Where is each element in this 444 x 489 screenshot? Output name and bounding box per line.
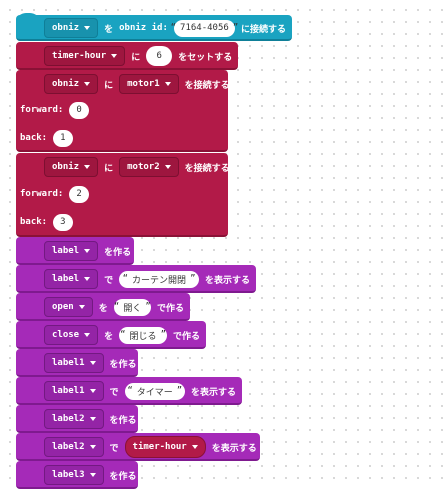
connect-text: を接続する (184, 80, 230, 91)
chevron-down-icon (164, 82, 171, 86)
chevron-down-icon (84, 249, 91, 253)
back-label: back: (20, 133, 48, 143)
open-button-create-block[interactable]: open を “開く” で作る (16, 293, 190, 321)
motor1-connect-block[interactable]: obniz に motor1 を接続する forward: 0 back: 1 (16, 70, 230, 152)
timer-hour-dropdown[interactable]: timer-hour (44, 46, 126, 66)
label1-text-input[interactable]: “タイマー” (124, 382, 185, 400)
close-text-input[interactable]: “閉じる” (119, 326, 167, 344)
block-workspace[interactable]: obniz を obniz id: “7164-4056” に接続する time… (0, 0, 444, 489)
obniz-dropdown[interactable]: obniz (44, 18, 99, 38)
word-ni: に (131, 52, 141, 63)
label1-create-block[interactable]: label1 を作る (16, 349, 138, 377)
chevron-down-icon (89, 389, 96, 393)
chevron-down-icon (164, 165, 171, 169)
connect-text: を接続する (184, 163, 230, 174)
chevron-down-icon (78, 305, 85, 309)
back-label: back: (20, 217, 48, 227)
chevron-down-icon (89, 417, 96, 421)
obniz-id-input[interactable]: “7164-4056” (171, 19, 238, 37)
show-text: を表示する (190, 387, 236, 398)
word-wo: を (98, 303, 108, 314)
chevron-down-icon (111, 54, 118, 58)
chevron-down-icon (89, 445, 96, 449)
obniz-id-label: obniz id: (119, 23, 168, 33)
set-text: をセットする (178, 52, 233, 63)
motor2-connect-block[interactable]: obniz に motor2 を接続する forward: 2 back: 3 (16, 153, 230, 237)
forward-label: forward: (20, 105, 64, 115)
make-text: を作る (109, 415, 137, 426)
make-text: で作る (156, 303, 184, 314)
back-input[interactable]: 3 (53, 213, 73, 231)
label-text-input[interactable]: “カーテン開閉” (119, 270, 199, 288)
show-text: を表示する (204, 275, 250, 286)
label-dropdown[interactable]: label (44, 269, 99, 289)
motor2-dropdown[interactable]: motor2 (119, 157, 179, 177)
label-show-text-block[interactable]: label で “カーテン開閉” を表示する (16, 265, 256, 293)
word-ni: に (104, 80, 114, 91)
make-text: を作る (104, 247, 132, 258)
obniz-connect-block[interactable]: obniz を obniz id: “7164-4056” に接続する (16, 15, 292, 41)
timer-hour-variable[interactable]: timer-hour (124, 436, 206, 458)
open-text-input[interactable]: “開く” (113, 298, 151, 316)
label3-dropdown[interactable]: label3 (44, 465, 104, 485)
obniz-dropdown[interactable]: obniz (44, 157, 99, 177)
forward-input[interactable]: 0 (69, 101, 89, 119)
set-timer-hour-block[interactable]: timer-hour に 6 をセットする (16, 42, 238, 70)
forward-label: forward: (20, 189, 64, 199)
label2-dropdown[interactable]: label2 (44, 409, 104, 429)
connect-text: に接続する (240, 24, 286, 35)
word-ni: に (104, 163, 114, 174)
label1-show-text-block[interactable]: label1 で “タイマー” を表示する (16, 377, 242, 405)
chevron-down-icon (84, 26, 91, 30)
word-de: で (104, 275, 114, 286)
chevron-down-icon (84, 277, 91, 281)
label-create-block[interactable]: label を作る (16, 237, 134, 265)
open-dropdown[interactable]: open (44, 297, 93, 317)
chevron-down-icon (84, 165, 91, 169)
word-wo: を (104, 24, 114, 35)
forward-input[interactable]: 2 (69, 185, 89, 203)
word-de: で (109, 387, 119, 398)
chevron-down-icon (89, 473, 96, 477)
chevron-down-icon (84, 82, 91, 86)
chevron-down-icon (84, 333, 91, 337)
close-button-create-block[interactable]: close を “閉じる” で作る (16, 321, 206, 349)
label2-create-block[interactable]: label2 を作る (16, 405, 138, 433)
label2-show-variable-block[interactable]: label2 で timer-hour を表示する (16, 433, 260, 461)
motor1-dropdown[interactable]: motor1 (119, 74, 179, 94)
back-input[interactable]: 1 (53, 129, 73, 147)
word-wo: を (104, 331, 114, 342)
close-dropdown[interactable]: close (44, 325, 99, 345)
chevron-down-icon (191, 445, 198, 449)
label1-dropdown[interactable]: label1 (44, 353, 104, 373)
label3-create-block[interactable]: label3 を作る (16, 461, 138, 489)
chevron-down-icon (89, 361, 96, 365)
label2-dropdown[interactable]: label2 (44, 437, 104, 457)
show-text: を表示する (211, 443, 257, 454)
word-de: で (109, 443, 119, 454)
obniz-dropdown[interactable]: obniz (44, 74, 99, 94)
label-dropdown[interactable]: label (44, 241, 99, 261)
make-text: を作る (109, 359, 137, 370)
label1-dropdown[interactable]: label1 (44, 381, 104, 401)
make-text: で作る (172, 331, 200, 342)
timer-value-input[interactable]: 6 (146, 46, 173, 66)
